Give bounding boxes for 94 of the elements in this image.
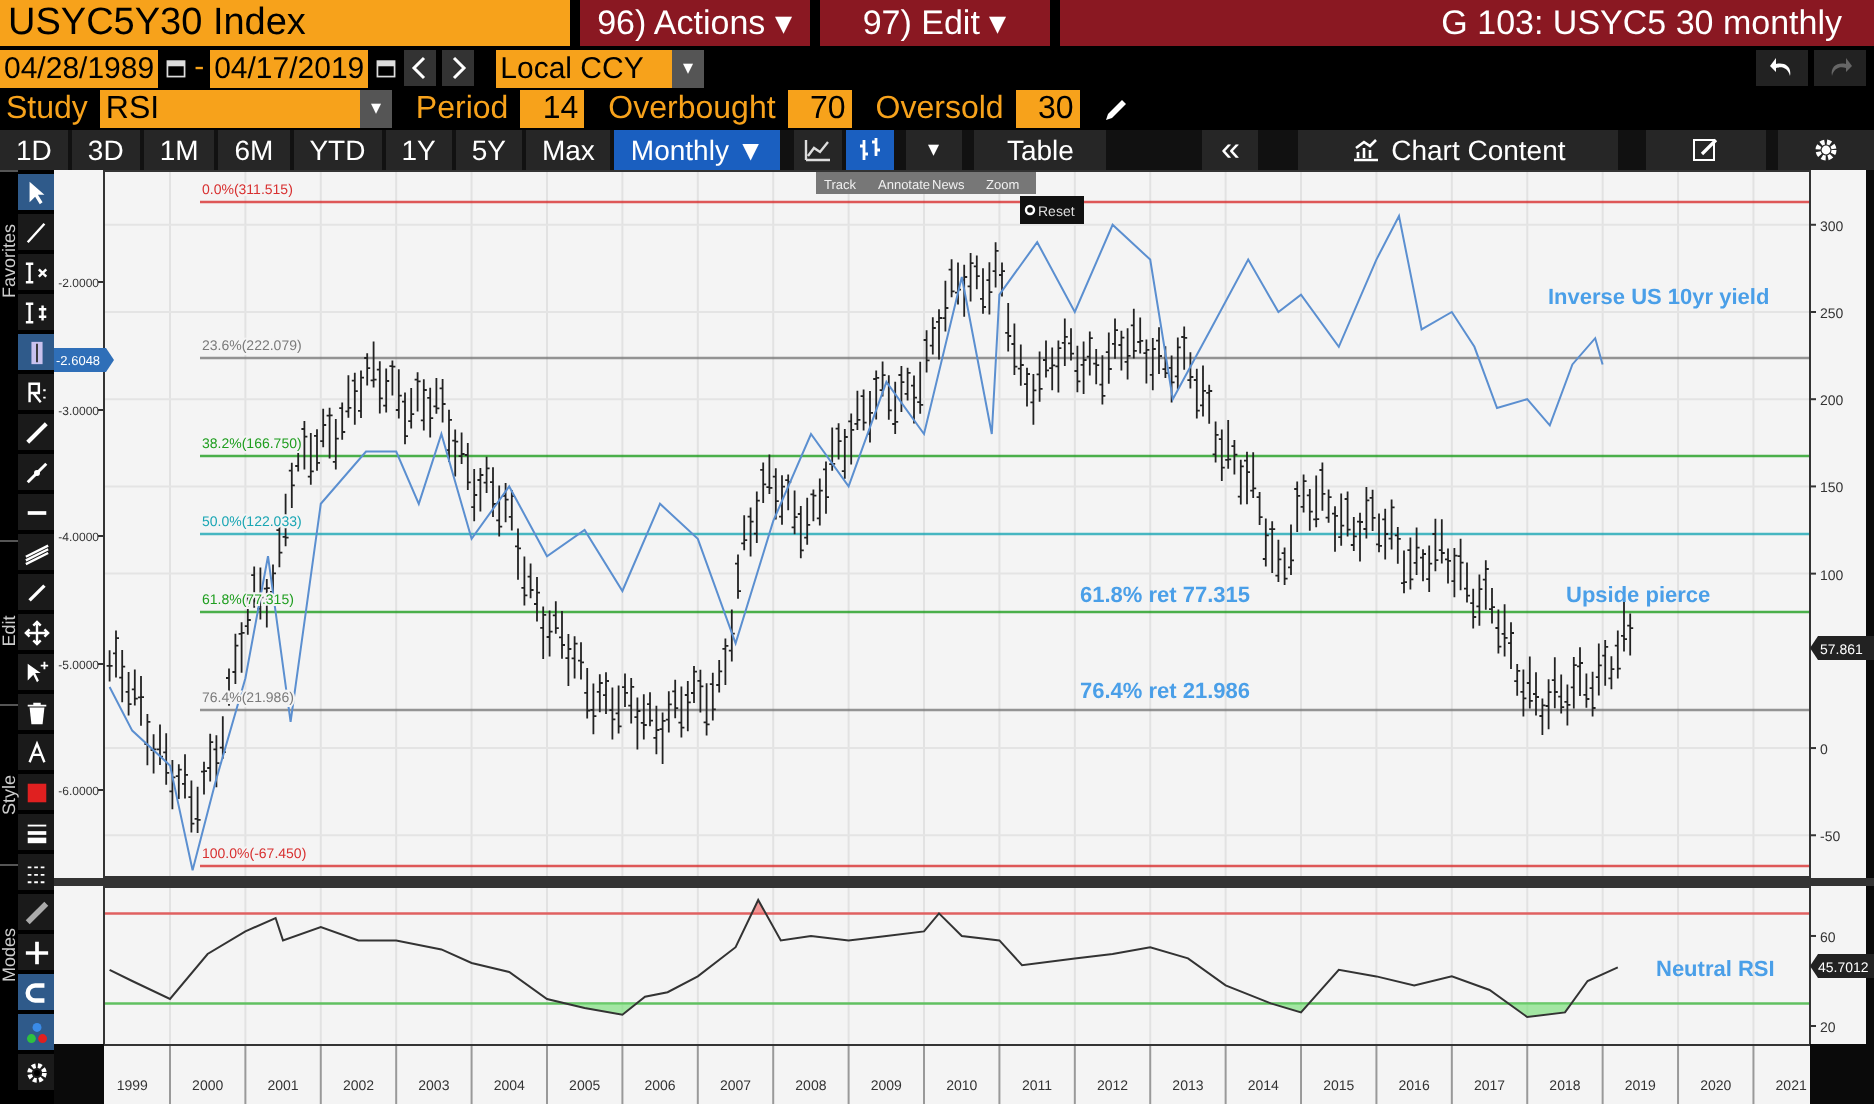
period-tab[interactable]: 6M bbox=[218, 130, 290, 170]
gear-icon bbox=[23, 1059, 49, 1085]
dots-icon bbox=[23, 1019, 49, 1045]
chart-type-button[interactable] bbox=[794, 130, 843, 170]
annotation-text: 61.8% ret 77.315 bbox=[1080, 584, 1251, 608]
measure-tool[interactable] bbox=[18, 254, 54, 290]
crosshair-tool[interactable] bbox=[18, 934, 54, 970]
edit-chart-button[interactable] bbox=[1646, 130, 1767, 170]
currency-field[interactable]: Local CCY bbox=[496, 49, 673, 87]
brush-tool[interactable] bbox=[18, 414, 54, 450]
collapse-button[interactable]: « bbox=[1202, 130, 1259, 170]
oversold-fill bbox=[565, 1003, 637, 1015]
oversold-fill bbox=[1270, 1003, 1309, 1013]
next-button[interactable] bbox=[442, 50, 475, 86]
trash-tool[interactable] bbox=[18, 694, 54, 730]
settings-icon bbox=[1812, 136, 1841, 164]
magnet-tool[interactable] bbox=[18, 974, 54, 1010]
ruler-tool[interactable] bbox=[18, 894, 54, 930]
chart-icon bbox=[1351, 136, 1380, 164]
pointer-tool[interactable] bbox=[18, 654, 54, 690]
measure-icon bbox=[23, 259, 49, 285]
dropdown-button[interactable]: ▾ bbox=[672, 49, 705, 87]
period-tab[interactable]: Max bbox=[525, 130, 611, 170]
move-tool[interactable] bbox=[18, 614, 54, 650]
dashed-line-tool[interactable] bbox=[18, 854, 54, 890]
bar-chart-icon bbox=[856, 136, 885, 164]
field-label: Period bbox=[415, 89, 509, 129]
measure-tool[interactable] bbox=[18, 294, 54, 330]
window-title: G 103: USYC5 30 monthly bbox=[1060, 0, 1874, 46]
channel-tool[interactable] bbox=[18, 534, 54, 570]
field-label: Study bbox=[6, 89, 88, 129]
line-chart-icon bbox=[804, 136, 833, 164]
end-date-field[interactable]: 04/17/2019 bbox=[210, 49, 369, 87]
annotation-text: Neutral RSI bbox=[1656, 958, 1775, 982]
overbought-fill bbox=[751, 900, 766, 914]
gear-tool[interactable] bbox=[18, 1054, 54, 1090]
cursor-tool[interactable] bbox=[18, 174, 54, 210]
dropdown-button[interactable]: ▾ bbox=[359, 90, 392, 128]
line-tool-tool[interactable] bbox=[18, 454, 54, 490]
start-date-field[interactable]: 04/28/1989 bbox=[0, 49, 159, 87]
oversold-fill bbox=[1508, 1003, 1572, 1017]
annotation-text: Upside pierce bbox=[1566, 584, 1711, 608]
period-tab[interactable]: 1Y bbox=[385, 130, 452, 170]
annotation-text: 76.4% ret 21.986 bbox=[1080, 680, 1251, 704]
chart-content-button[interactable]: Chart Content bbox=[1298, 130, 1619, 170]
color-swatch-tool[interactable] bbox=[18, 774, 54, 810]
table-button[interactable]: Table bbox=[974, 130, 1107, 170]
label-tool-icon bbox=[23, 379, 49, 405]
section-label: Edit bbox=[1, 613, 19, 651]
section-label: Modes bbox=[1, 926, 19, 987]
pointer-icon bbox=[23, 659, 49, 685]
edit-icon bbox=[1692, 136, 1721, 164]
calendar-icon[interactable] bbox=[164, 54, 189, 82]
crosshair-icon bbox=[23, 939, 49, 965]
period-tab[interactable]: 1D bbox=[0, 130, 68, 170]
trash-icon bbox=[23, 699, 49, 725]
magnet-icon bbox=[23, 979, 49, 1005]
dots-tool[interactable] bbox=[18, 1014, 54, 1050]
section-label: Favorites bbox=[1, 223, 19, 299]
chart-type-button[interactable] bbox=[846, 130, 895, 170]
period-tab[interactable]: 3D bbox=[71, 130, 140, 170]
dropdown-button[interactable]: ▾ bbox=[906, 130, 963, 170]
previous-button[interactable] bbox=[404, 50, 437, 86]
value-field[interactable]: 14 bbox=[520, 90, 585, 128]
date-separator: - bbox=[194, 47, 205, 88]
section-label: Style bbox=[1, 773, 19, 820]
period-tab[interactable]: 1M bbox=[143, 130, 215, 170]
ruler-icon bbox=[23, 899, 49, 925]
value-field[interactable]: 30 bbox=[1015, 90, 1080, 128]
move-icon bbox=[23, 619, 49, 645]
channel-icon bbox=[23, 539, 49, 565]
settings-button[interactable] bbox=[1778, 130, 1874, 170]
period-tab[interactable]: 5Y bbox=[455, 130, 522, 170]
measure-icon bbox=[23, 299, 49, 325]
period-tab[interactable]: Monthly ▼ bbox=[614, 130, 781, 170]
annotation-text: Inverse US 10yr yield bbox=[1548, 286, 1770, 310]
period-tab[interactable]: YTD bbox=[293, 130, 382, 170]
study-field[interactable]: RSI bbox=[99, 90, 360, 128]
field-label: Oversold bbox=[875, 89, 1004, 129]
minus-tool[interactable] bbox=[18, 494, 54, 530]
line-weight-tool[interactable] bbox=[18, 814, 54, 850]
security-field[interactable]: USYC5Y30 Index bbox=[0, 0, 570, 46]
vertical-bar-tool[interactable] bbox=[18, 334, 54, 370]
line-weight-icon bbox=[23, 819, 49, 845]
menu-button[interactable]: 97) Edit ▾ bbox=[820, 0, 1050, 46]
color-swatch-icon bbox=[23, 779, 49, 805]
brush-icon bbox=[23, 419, 49, 445]
line-tool-icon bbox=[23, 459, 49, 485]
field-label: Overbought bbox=[608, 89, 776, 129]
undo-button[interactable] bbox=[1756, 50, 1808, 86]
label-tool-tool[interactable] bbox=[18, 374, 54, 410]
value-field[interactable]: 70 bbox=[787, 90, 852, 128]
menu-button[interactable]: 96) Actions ▾ bbox=[580, 0, 810, 46]
calendar-icon[interactable] bbox=[374, 54, 399, 82]
